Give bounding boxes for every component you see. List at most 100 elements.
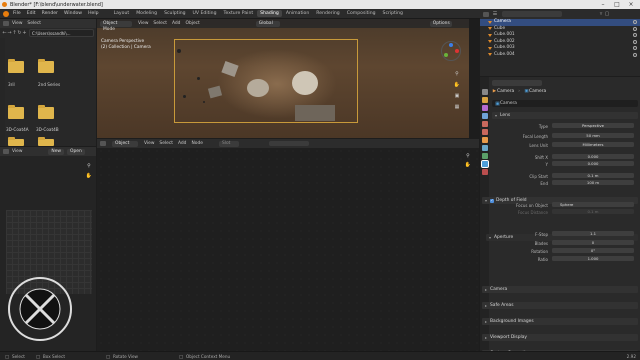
dof-checkbox[interactable]: ✓ [490,198,494,203]
type-dropdown[interactable]: Perspective [552,123,634,128]
tab-texture-paint[interactable]: Texture Paint [221,10,257,17]
fb-menu-view[interactable]: View [12,21,22,26]
open-image-button[interactable]: Open [67,148,85,155]
rotation-field[interactable]: 0° [552,248,634,253]
ne-menu-view[interactable]: View [144,141,154,146]
ratio-field[interactable]: 1.000 [552,256,634,261]
camera-data-tab-icon[interactable] [480,160,489,168]
render-tab-icon[interactable] [481,97,488,103]
editor-type-icon[interactable] [483,11,489,17]
tab-uv-editing[interactable]: UV Editing [190,10,220,17]
shader-type-dropdown[interactable]: Object [112,140,138,147]
eye-icon[interactable] [633,46,637,50]
3d-viewport[interactable]: Object Mode View Select Add Object Globa… [97,19,469,138]
zoom-icon[interactable]: ⚲ [86,163,92,169]
shift-x-field[interactable]: 0.000 [552,154,634,159]
ne-menu-add[interactable]: Add [178,141,187,146]
viewport-display-panel-header[interactable]: Viewport Display [482,334,638,341]
navigation-gizmo[interactable] [441,41,461,61]
tab-scripting[interactable]: Scripting [380,10,406,17]
vp-menu-add[interactable]: Add [172,21,181,26]
orientation-dropdown[interactable]: Global [255,20,280,27]
editor-type-icon[interactable] [3,149,9,154]
constraints-tab-icon[interactable] [481,153,488,159]
focal-length-field[interactable]: 50 mm [552,133,634,138]
lens-panel-header[interactable]: Lens [492,112,638,119]
vp-menu-view[interactable]: View [138,21,148,26]
vp-menu-object[interactable]: Object [185,21,199,26]
slot-dropdown[interactable]: Slot [218,140,239,147]
vp-menu-select[interactable]: Select [153,21,167,26]
eye-icon[interactable] [633,26,637,31]
object-tab-icon[interactable] [481,137,488,143]
blades-field[interactable]: 0 [552,240,634,245]
new-folder-icon[interactable]: + [22,30,27,36]
shift-y-field[interactable]: 0.000 [552,161,634,166]
folder-icon[interactable] [8,59,24,73]
eye-icon[interactable] [633,33,637,37]
menu-help[interactable]: Help [88,11,98,16]
camera-view-icon[interactable]: ▣ [454,93,460,99]
eye-icon[interactable] [633,52,637,57]
focus-object-field[interactable]: Sphere [552,202,634,207]
object-mode-dropdown[interactable]: Object Mode [100,20,132,32]
zoom-icon[interactable]: ⚲ [454,71,460,77]
editor-type-icon[interactable] [3,21,9,26]
tab-compositing[interactable]: Compositing [344,10,379,17]
new-collection-icon[interactable]: ▢ [604,11,610,17]
zoom-icon[interactable]: ⚲ [465,153,471,159]
pan-hand-icon[interactable]: ✋ [454,82,460,88]
view-layer-tab-icon[interactable] [481,113,488,119]
new-image-button[interactable]: New [48,148,64,155]
path-field[interactable]: C:\Users\ssandhi\... [29,29,94,37]
material-tab-icon[interactable] [481,169,488,175]
output-tab-icon[interactable] [481,105,488,111]
fstop-field[interactable]: 1.1 [552,231,634,236]
tab-rendering[interactable]: Rendering [313,10,342,17]
options-button[interactable]: Options [429,20,452,27]
eye-icon[interactable] [633,39,637,44]
pan-hand-icon[interactable]: ✋ [465,162,471,168]
menu-render[interactable]: Render [42,11,58,16]
folder-icon[interactable] [38,137,54,146]
grid-toggle-icon[interactable]: ▦ [454,104,460,110]
tab-shading[interactable]: Shading [257,10,282,17]
pan-hand-icon[interactable]: ✋ [86,173,92,179]
tab-modeling[interactable]: Modeling [133,10,160,17]
camera-data-name-field[interactable]: Camera [500,101,517,106]
tab-sculpting[interactable]: Sculpting [161,10,188,17]
material-selector[interactable] [268,141,309,146]
display-mode-icon[interactable]: ☰ [492,11,498,17]
image-editor[interactable]: View New Open ⚲ ✋ [0,147,96,351]
camera-panel-header[interactable]: Camera [482,286,638,293]
focus-distance-field[interactable]: 0.1 m [552,209,634,214]
menu-file[interactable]: File [13,11,21,16]
tab-animation[interactable]: Animation [283,10,312,17]
safe-areas-panel-header[interactable]: Safe Areas [482,302,638,309]
menu-edit[interactable]: Edit [27,11,36,16]
shader-editor[interactable]: Object View Select Add Node Slot ⚲ ✋ [97,139,479,351]
lens-unit-dropdown[interactable]: Millimeters [552,142,634,147]
folder-icon[interactable] [38,105,54,119]
tool-tab-icon[interactable] [481,89,488,95]
minimize-icon[interactable]: – [596,1,610,8]
fb-menu-select[interactable]: Select [27,21,41,26]
blender-menu-icon[interactable] [3,10,9,17]
outliner-item[interactable]: Cube.004 [480,52,640,59]
background-images-panel-header[interactable]: Background Images [482,318,638,325]
clip-start-field[interactable]: 0.1 m [552,173,634,178]
close-icon[interactable]: × [624,1,638,8]
world-tab-icon[interactable] [481,129,488,135]
scene-tab-icon[interactable] [481,121,488,127]
ne-menu-select[interactable]: Select [159,141,173,146]
properties-search-input[interactable] [492,80,542,86]
folder-icon[interactable] [8,137,24,146]
folder-icon[interactable] [38,59,54,73]
tab-layout[interactable]: Layout [111,10,133,17]
eye-icon[interactable] [633,20,637,24]
menu-window[interactable]: Window [64,11,82,16]
outliner-search-input[interactable] [502,11,562,17]
ie-menu-view[interactable]: View [12,149,22,154]
maximize-icon[interactable]: □ [610,1,624,8]
ne-menu-node[interactable]: Node [191,141,202,146]
